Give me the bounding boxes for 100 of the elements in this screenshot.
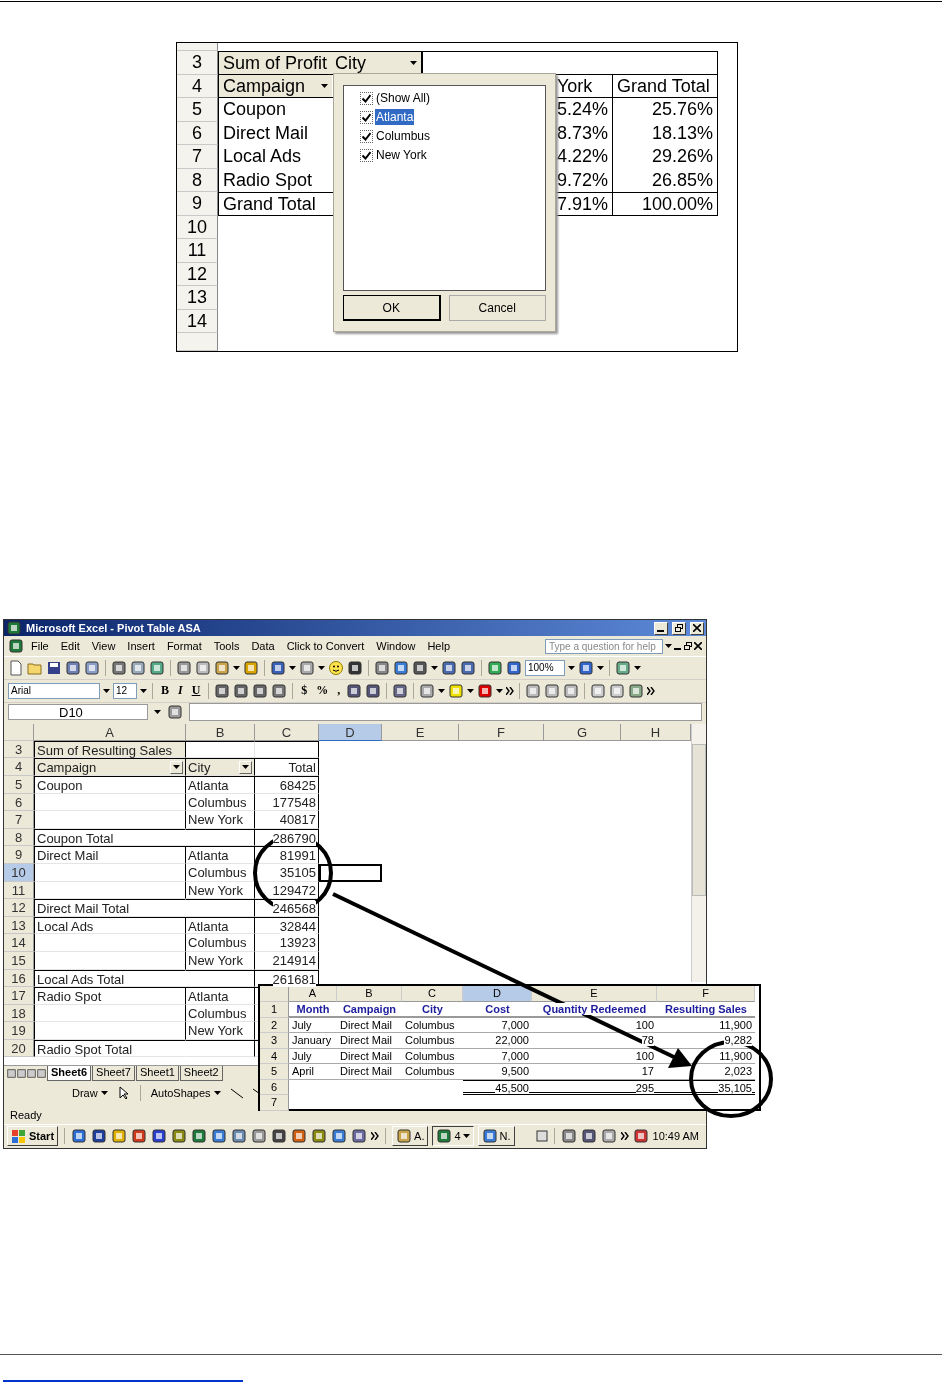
menu-item[interactable]: Help	[422, 638, 456, 655]
menu-item[interactable]: Click to Convert	[281, 638, 370, 655]
caret-icon[interactable]	[438, 688, 446, 693]
ok-button[interactable]: OK	[343, 295, 441, 321]
caret-icon[interactable]	[634, 665, 641, 670]
app-icon[interactable]	[211, 1128, 228, 1145]
app-icon[interactable]	[111, 1128, 128, 1145]
menu-item[interactable]: Format	[161, 638, 207, 655]
caret-icon[interactable]	[665, 644, 672, 649]
format-button[interactable]: $	[298, 683, 311, 699]
toolbar-icon[interactable]	[544, 682, 561, 699]
tray-icon[interactable]	[560, 1128, 577, 1145]
page-icon[interactable]	[8, 659, 24, 676]
field-dropdown[interactable]: City	[331, 52, 423, 74]
app-icon[interactable]	[131, 1128, 148, 1145]
dropdown-button[interactable]	[170, 760, 183, 774]
taskbar-button[interactable]: A.	[392, 1126, 429, 1147]
smiley-icon[interactable]	[328, 659, 344, 676]
close-button[interactable]	[690, 621, 704, 635]
column-header[interactable]: A	[289, 986, 337, 1002]
start-button[interactable]: Start	[7, 1126, 59, 1147]
cancel-button[interactable]: Cancel	[448, 295, 546, 321]
chevron-icon[interactable]	[647, 686, 656, 695]
caret-icon[interactable]	[597, 665, 604, 670]
menu-item[interactable]: Tools	[208, 638, 245, 655]
app-icon[interactable]	[191, 1128, 208, 1145]
format-button[interactable]: B	[158, 683, 172, 699]
caret-icon[interactable]	[568, 665, 575, 670]
caret-icon[interactable]	[233, 665, 240, 670]
column-header[interactable]: D	[319, 723, 382, 741]
tray-icon[interactable]	[600, 1128, 617, 1145]
column-header[interactable]: D	[463, 986, 532, 1002]
menu-item[interactable]: Insert	[122, 638, 160, 655]
tray-icon[interactable]	[580, 1128, 597, 1145]
app-icon[interactable]	[271, 1128, 288, 1145]
app-icon[interactable]	[171, 1128, 188, 1145]
vertical-scrollbar[interactable]	[691, 723, 706, 982]
caret-icon[interactable]	[318, 665, 325, 670]
toolbar-icon[interactable]	[65, 659, 81, 676]
minimize-button[interactable]	[654, 621, 668, 635]
restore-icon[interactable]	[684, 642, 692, 651]
menu-item[interactable]: Data	[246, 638, 280, 655]
close-icon[interactable]	[694, 642, 702, 651]
format-button[interactable]: %	[313, 683, 332, 699]
app-icon[interactable]	[231, 1128, 248, 1145]
app-icon[interactable]	[91, 1128, 108, 1145]
row-number[interactable]: 9	[4, 846, 34, 864]
tray-icon[interactable]	[632, 1128, 649, 1145]
toolbar-icon[interactable]	[609, 682, 626, 699]
app-icon[interactable]	[71, 1128, 88, 1145]
column-header[interactable]: G	[544, 723, 621, 741]
checkbox[interactable]	[360, 91, 373, 105]
toolbar-icon[interactable]	[525, 682, 542, 699]
autoshapes-menu-button[interactable]: AutoShapes	[148, 1086, 223, 1099]
taskbar-button[interactable]: N.	[477, 1126, 515, 1147]
column-header[interactable]: E	[382, 723, 459, 741]
list-item[interactable]: (Show All)	[375, 90, 432, 106]
caret-icon[interactable]	[103, 688, 110, 693]
format-button[interactable]: ,	[334, 683, 344, 699]
format-button[interactable]: I	[175, 683, 186, 699]
app-icon[interactable]	[311, 1128, 328, 1145]
select-all-corner[interactable]	[260, 986, 289, 1002]
column-header[interactable]: F	[459, 723, 544, 741]
font-field[interactable]: Arial	[8, 682, 100, 699]
dropdown-button[interactable]	[239, 760, 252, 774]
menu-item[interactable]: View	[86, 638, 121, 655]
list-item[interactable]: Columbus	[375, 128, 432, 144]
row-number[interactable]: 12	[4, 899, 34, 917]
chevron-icon[interactable]	[620, 1132, 629, 1141]
caret-icon[interactable]	[496, 688, 504, 693]
column-header[interactable]: E	[532, 986, 657, 1002]
list-item[interactable]: Atlanta	[375, 109, 415, 125]
row-number[interactable]: 17	[4, 987, 34, 1005]
sheet-tab[interactable]: Sheet2	[179, 1066, 223, 1082]
toolbar-icon[interactable]	[628, 682, 645, 699]
row-number[interactable]: 7	[260, 1095, 289, 1111]
column-header[interactable]: H	[621, 723, 691, 741]
column-header[interactable]: C	[402, 986, 463, 1002]
chevron-icon[interactable]	[371, 1132, 380, 1141]
toolbar-icon[interactable]	[563, 682, 580, 699]
app-icon[interactable]	[351, 1128, 368, 1145]
list-item[interactable]: New York	[375, 147, 428, 163]
help-search-field[interactable]: Type a question for help	[545, 638, 663, 654]
column-header[interactable]: B	[337, 986, 402, 1002]
app-icon[interactable]	[291, 1128, 308, 1145]
column-header[interactable]: C	[255, 723, 319, 741]
row-number[interactable]: 3	[260, 1033, 289, 1049]
row-number[interactable]: 7	[4, 811, 34, 829]
menu-item[interactable]: Edit	[55, 638, 85, 655]
formula-field[interactable]	[189, 703, 702, 722]
column-header[interactable]: A	[34, 723, 186, 741]
column-header[interactable]: F	[657, 986, 755, 1002]
active-cell[interactable]	[319, 863, 382, 882]
row-number[interactable]: 4	[4, 758, 34, 776]
sheet-tab[interactable]: Sheet6	[47, 1066, 92, 1082]
caret-icon[interactable]	[467, 688, 475, 693]
checkbox[interactable]	[360, 110, 373, 124]
app-icon[interactable]	[151, 1128, 168, 1145]
toolbar-icon[interactable]	[84, 659, 100, 676]
menu-item[interactable]: File	[26, 638, 54, 655]
